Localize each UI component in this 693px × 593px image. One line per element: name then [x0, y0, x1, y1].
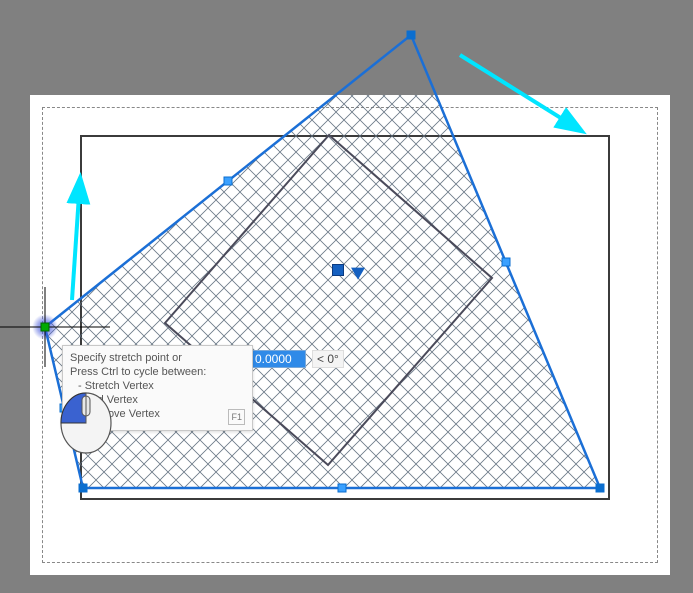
- active-grip-vertex-icon[interactable]: [41, 323, 50, 332]
- grip-midpoint-icon[interactable]: [338, 484, 347, 493]
- distance-input[interactable]: 0.0000: [248, 350, 306, 368]
- dynamic-input-group[interactable]: 0.0000 < 0°: [248, 350, 344, 368]
- grip-midpoint-icon[interactable]: [224, 177, 233, 186]
- dropdown-triangle-icon[interactable]: [351, 268, 365, 280]
- angle-readout: < 0°: [312, 350, 344, 368]
- tooltip-option: - Stretch Vertex: [70, 379, 245, 393]
- tooltip-option: - Remove Vertex F1: [70, 407, 245, 421]
- tooltip-line: Specify stretch point or: [70, 351, 245, 365]
- help-key-hint: F1: [228, 409, 245, 425]
- grip-vertex-icon[interactable]: [407, 31, 416, 40]
- tooltip-line: Press Ctrl to cycle between:: [70, 365, 245, 379]
- tooltip-option-label: - Remove Vertex: [78, 408, 160, 420]
- grip-midpoint-icon[interactable]: [502, 258, 511, 267]
- grip-vertex-icon[interactable]: [79, 484, 88, 493]
- grip-vertex-icon[interactable]: [596, 484, 605, 493]
- grip-tooltip: Specify stretch point or Press Ctrl to c…: [62, 345, 253, 431]
- center-marker-icon[interactable]: [332, 264, 344, 276]
- tooltip-option: - Add Vertex: [70, 393, 245, 407]
- viewport-rectangle[interactable]: [80, 135, 610, 500]
